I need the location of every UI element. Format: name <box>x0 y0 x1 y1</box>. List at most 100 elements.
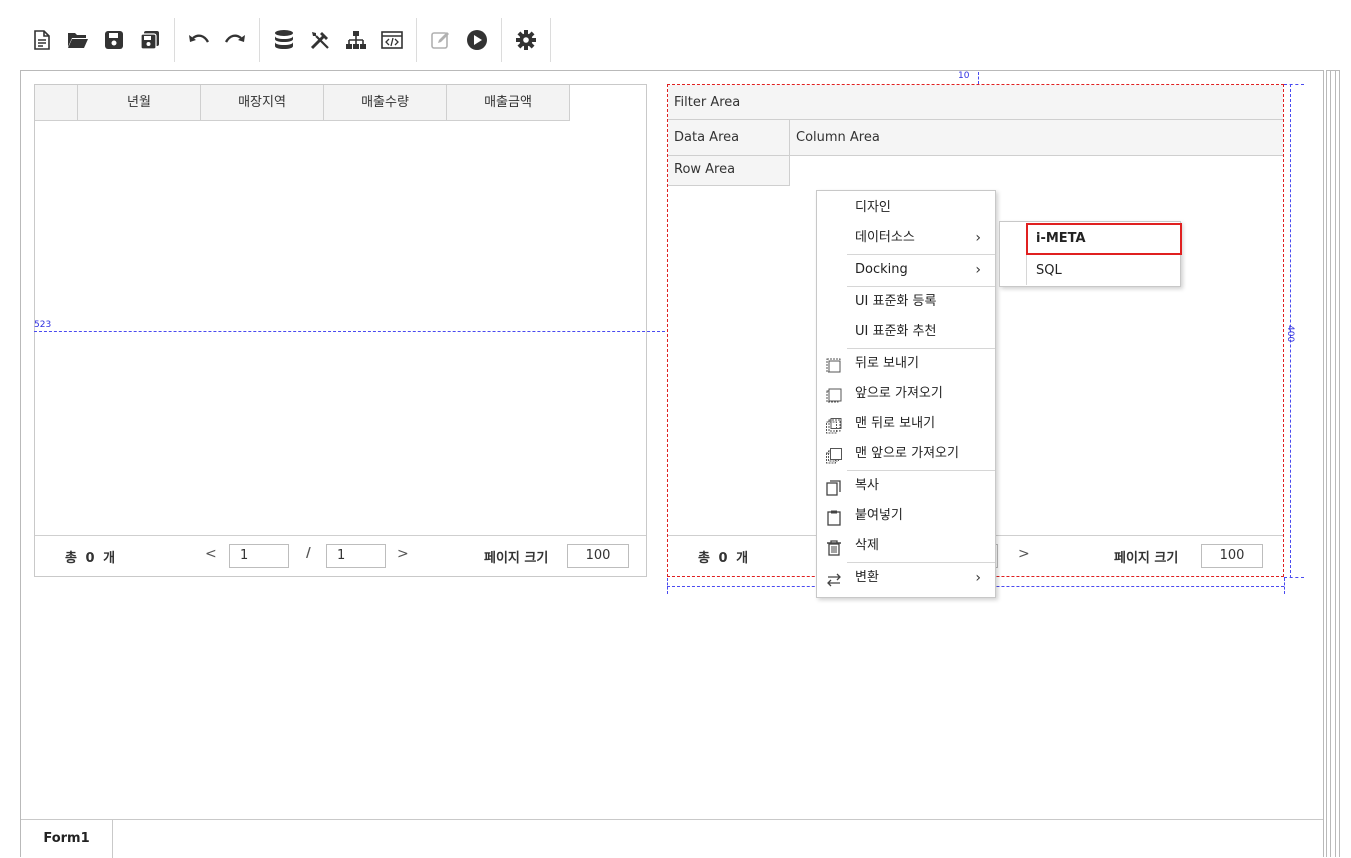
menu-item-docking[interactable]: Docking › <box>817 255 995 285</box>
tab-form1[interactable]: Form1 <box>21 820 113 858</box>
chevron-right-icon: › <box>975 570 981 586</box>
toolbar-separator <box>550 18 551 62</box>
edit-icon[interactable] <box>423 20 459 60</box>
redo-icon[interactable] <box>217 20 253 60</box>
pager-size-input[interactable]: 100 <box>567 544 629 568</box>
pager-size-label: 페이지 크기 <box>1114 551 1179 566</box>
open-folder-icon[interactable] <box>60 20 96 60</box>
guide-line-horizontal <box>1284 577 1304 578</box>
hierarchy-icon[interactable] <box>338 20 374 60</box>
pager-slash: / <box>306 546 311 561</box>
guide-label-top: 10 <box>958 71 970 81</box>
grid-column-header[interactable]: 매출수량 <box>324 85 447 120</box>
menu-item-label: 복사 <box>855 478 879 493</box>
guide-label-left: 523 <box>34 320 52 330</box>
pager-page-input[interactable]: 1 <box>229 544 289 568</box>
pager-next-button[interactable]: > <box>1018 546 1030 562</box>
menu-item-ui-standard-recommend[interactable]: UI 표준화 추천 <box>817 317 995 347</box>
pager-size-input[interactable]: 100 <box>1201 544 1263 568</box>
guide-line-vertical <box>1284 578 1285 594</box>
toolbar-separator <box>174 18 175 62</box>
menu-item-send-to-back[interactable]: 맨 뒤로 보내기 <box>817 409 995 439</box>
pager-total: 총 0 개 <box>698 547 748 566</box>
pager-total-pages: 1 <box>326 544 386 568</box>
copy-icon <box>826 478 842 496</box>
bring-forward-icon <box>826 386 842 403</box>
send-to-back-icon <box>826 416 842 434</box>
pager-total-suffix: 개 <box>103 551 116 566</box>
toolbar <box>24 18 557 62</box>
save-all-icon[interactable] <box>132 20 168 60</box>
menu-item-design[interactable]: 디자인 <box>817 193 995 223</box>
guide-line-horizontal <box>34 331 665 332</box>
context-menu: 디자인 데이터소스 › Docking › UI 표준화 등록 UI 표준화 추천 … <box>816 190 996 598</box>
menu-item-label: 맨 뒤로 보내기 <box>855 416 936 431</box>
guide-label-right: 400 <box>1285 325 1295 343</box>
menu-item-bring-forward[interactable]: 앞으로 가져오기 <box>817 379 995 409</box>
datasource-submenu: i-META SQL <box>999 221 1182 287</box>
toolbar-separator <box>259 18 260 62</box>
submenu-item-imeta[interactable]: i-META <box>1026 223 1182 255</box>
menu-item-label: Docking <box>855 262 908 277</box>
menu-item-copy[interactable]: 복사 <box>817 471 995 501</box>
pager-total-suffix: 개 <box>736 551 749 566</box>
database-icon[interactable] <box>266 20 302 60</box>
pivot-column-area[interactable]: Column Area <box>790 120 1283 156</box>
pager-total: 총 0 개 <box>65 547 115 566</box>
pivot-data-area[interactable]: Data Area <box>668 120 790 156</box>
menu-item-send-backward[interactable]: 뒤로 보내기 <box>817 349 995 379</box>
tools-icon[interactable] <box>302 20 338 60</box>
menu-item-datasource[interactable]: 데이터소스 › <box>817 223 995 253</box>
menu-item-label: 맨 앞으로 가져오기 <box>855 446 959 461</box>
grid-column-header[interactable]: 매출금액 <box>447 85 570 120</box>
menu-item-label: UI 표준화 등록 <box>855 294 937 309</box>
pager-total-prefix: 총 <box>65 551 77 566</box>
toolbar-separator <box>416 18 417 62</box>
pivot-row-area[interactable]: Row Area <box>668 156 790 186</box>
pager-size-label: 페이지 크기 <box>484 551 549 566</box>
menu-item-convert[interactable]: 변환 › <box>817 563 995 593</box>
pager-prev-button[interactable]: < <box>205 546 217 562</box>
menu-item-label: 붙여넣기 <box>855 508 903 523</box>
menu-item-label: UI 표준화 추천 <box>855 324 937 339</box>
guide-line-horizontal <box>1284 84 1304 85</box>
run-icon[interactable] <box>459 20 495 60</box>
menu-item-paste[interactable]: 붙여넣기 <box>817 501 995 531</box>
grid-header: 년월 매장지역 매출수량 매출금액 <box>35 85 570 121</box>
send-backward-icon <box>826 356 842 373</box>
grid-column-header[interactable]: 년월 <box>78 85 201 120</box>
undo-icon[interactable] <box>181 20 217 60</box>
new-file-icon[interactable] <box>24 20 60 60</box>
convert-icon <box>826 570 842 587</box>
menu-item-label: 변환 <box>855 570 879 585</box>
bring-to-front-icon <box>826 446 842 464</box>
save-icon[interactable] <box>96 20 132 60</box>
grid-header-row-indicator <box>35 85 78 120</box>
pager-total-prefix: 총 <box>698 551 710 566</box>
scrollbar-track[interactable] <box>1330 71 1336 857</box>
pager-total-count: 0 <box>718 551 728 566</box>
code-view-icon[interactable] <box>374 20 410 60</box>
guide-line-vertical <box>978 72 979 84</box>
menu-item-delete[interactable]: 삭제 <box>817 531 995 561</box>
menu-item-label: 데이터소스 <box>855 230 915 245</box>
grid-pager: 총 0 개 < 1 / 1 > 페이지 크기 100 <box>35 535 646 576</box>
menu-item-ui-standard-register[interactable]: UI 표준화 등록 <box>817 287 995 317</box>
submenu-item-sql[interactable]: SQL <box>1000 255 1180 287</box>
form-tab-bar: Form1 <box>21 819 1323 858</box>
chevron-right-icon: › <box>975 262 981 278</box>
chevron-right-icon: › <box>975 230 981 246</box>
toolbar-separator <box>501 18 502 62</box>
menu-item-label: 삭제 <box>855 538 879 553</box>
menu-item-bring-to-front[interactable]: 맨 앞으로 가져오기 <box>817 439 995 469</box>
pager-total-count: 0 <box>85 551 95 566</box>
guide-line-vertical <box>667 578 668 594</box>
settings-icon[interactable] <box>508 20 544 60</box>
pager-next-button[interactable]: > <box>397 546 409 562</box>
vertical-scrollbar[interactable] <box>1326 70 1340 857</box>
menu-item-label: 앞으로 가져오기 <box>855 386 943 401</box>
delete-icon <box>826 538 842 556</box>
menu-item-label: 뒤로 보내기 <box>855 356 919 371</box>
pivot-filter-area[interactable]: Filter Area <box>668 85 1283 120</box>
grid-column-header[interactable]: 매장지역 <box>201 85 324 120</box>
